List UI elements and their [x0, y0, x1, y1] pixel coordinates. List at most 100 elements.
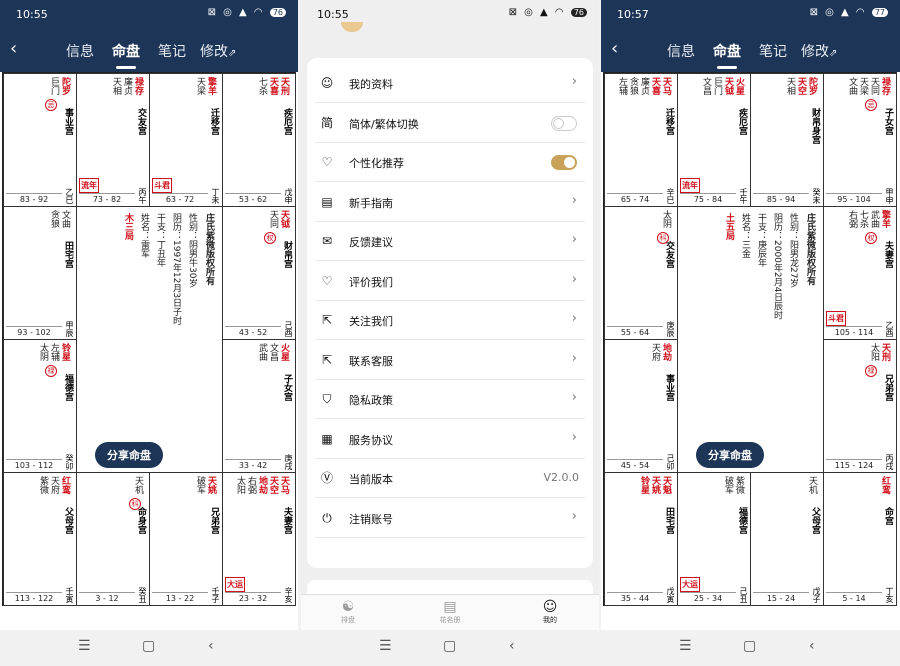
home-icon[interactable]: ▢: [443, 638, 456, 654]
palace-cell[interactable]: 陀罗 天空 天相 财帛身宫 癸未 85 - 94: [750, 73, 824, 207]
palace-cell[interactable]: 天马 天喜 廉贞 贪狼 左辅 迁移宫 辛巳 65 - 74: [604, 73, 678, 207]
star-label: 火星: [734, 77, 744, 95]
menu-icon[interactable]: ☰: [78, 638, 91, 654]
stem-branch: 辛巳: [666, 188, 675, 204]
home-icon[interactable]: ▢: [142, 638, 155, 654]
stem-branch: 壬子: [211, 587, 220, 603]
toggle-switch[interactable]: [551, 155, 577, 170]
palace-cell[interactable]: 天机科命身宫 癸丑 3 - 12: [76, 472, 150, 606]
palace-cell[interactable]: 紫微 破军 福德宫 己丑 25 - 34 大运: [677, 472, 751, 606]
back-icon[interactable]: ‹: [611, 38, 618, 59]
tab-info[interactable]: 信息: [66, 41, 94, 61]
menu-item-10[interactable]: ▦ 服务协议 ›: [315, 420, 585, 459]
palace-name: 夫妻宫: [282, 507, 292, 534]
palace-cell[interactable]: 天钺 天同权财帛宫 己酉 43 - 52: [222, 206, 296, 340]
cycle-tag[interactable]: 斗君: [152, 178, 172, 193]
tab-info[interactable]: 信息: [667, 41, 695, 61]
menu-item-11[interactable]: Ⓥ 当前版本 V2.0.0: [315, 459, 585, 498]
tab-chart-layout[interactable]: ☯ 排盘: [323, 599, 373, 625]
menu-item-9[interactable]: ⛉ 隐私政策 ›: [315, 380, 585, 419]
palace-cell[interactable]: 火星 天钺 巨门 文昌 疾厄宫 壬午 75 - 84 流年: [677, 73, 751, 207]
cycle-tag[interactable]: 大运: [225, 577, 245, 592]
system-back-icon[interactable]: ‹: [809, 638, 815, 654]
palace-cell[interactable]: 天刑 天喜 七杀 疾厄宫 戊申 53 - 62: [222, 73, 296, 207]
palace-cell[interactable]: 擎羊 天梁 迁移宫 丁未 63 - 72 斗君: [149, 73, 223, 207]
menu-icon[interactable]: ☰: [379, 638, 392, 654]
palace-cell[interactable]: 天马 天空 地劫 右弼 太阳 夫妻宫 辛亥 23 - 32 大运: [222, 472, 296, 606]
home-icon[interactable]: ▢: [743, 638, 756, 654]
tab-edit[interactable]: 修改⇗: [801, 41, 837, 61]
system-back-icon[interactable]: ‹: [208, 638, 214, 654]
battery-icon: 76: [269, 8, 286, 17]
stem-branch: 壬午: [739, 188, 748, 204]
star-label: 天钺: [279, 210, 289, 228]
tab-roster[interactable]: ▤ 花名册: [425, 599, 475, 625]
star-label: 武曲: [257, 343, 267, 361]
cycle-tag[interactable]: 斗君: [826, 311, 846, 326]
transform-badge: 忌: [865, 99, 877, 111]
menu-item-label: 关注我们: [349, 315, 393, 328]
book-icon: ▤: [321, 194, 333, 209]
tab-mine[interactable]: ☺ 我的: [525, 599, 575, 625]
palace-cell[interactable]: 天机 父母宫 戊子 15 - 24: [750, 472, 824, 606]
share-chart-button[interactable]: 分享命盘: [696, 442, 764, 468]
tab-edit[interactable]: 修改⇗: [200, 41, 236, 61]
age-range: 63 - 72: [152, 193, 208, 204]
palace-cell[interactable]: 文曲 贪狼 田宅宫 甲辰 93 - 102: [3, 206, 77, 340]
menu-item-5[interactable]: ✉ 反馈建议 ›: [315, 222, 585, 261]
menu-icon[interactable]: ☰: [679, 638, 692, 654]
menu-item-3[interactable]: ♡ 个性化推荐: [315, 143, 585, 182]
palace-cell[interactable]: 红鸾 天府 紫微 父母宫 壬寅 113 - 122: [3, 472, 77, 606]
palace-cell[interactable]: 天魁 天姚 铃星 田宅宫 戊寅 35 - 44: [604, 472, 678, 606]
toggle-switch[interactable]: [551, 115, 577, 131]
tab-notes[interactable]: 笔记: [158, 41, 186, 61]
center-field: 阴历：2000年2月4日辰时: [772, 213, 782, 320]
tab-underline: [116, 66, 136, 69]
chart-screen-2: 10:57 ⊠ ◎ ▲ ◠ 77 ‹ 信息 命盘 笔记 修改⇗ 天马 天喜 廉贞 贪狼…: [601, 0, 900, 666]
chart-grid: 天马 天喜 廉贞 贪狼 左辅 迁移宫 辛巳 65 - 74 火星 天钺 巨门 文昌 疾厄宫 壬午 75 - …: [603, 72, 897, 606]
star-label: 铃星: [60, 343, 70, 361]
cycle-tag[interactable]: 大运: [680, 577, 700, 592]
star-label: 太阴: [661, 210, 671, 228]
stem-branch: 戊寅: [666, 587, 675, 603]
palace-name: 命宫: [883, 507, 893, 525]
palace-cell[interactable]: 红鸾 命宫 丁亥 5 - 14: [823, 472, 897, 606]
star-label: 天同: [869, 77, 879, 95]
palace-cell[interactable]: 天姚 破军 兄弟宫 壬子 13 - 22: [149, 472, 223, 606]
yinyang-icon: ☯: [341, 599, 355, 615]
palace-cell[interactable]: 擎羊 武曲 七杀 右弼权夫妻宫 乙酉 105 - 114 斗君: [823, 206, 897, 340]
back-icon[interactable]: ‹: [10, 38, 17, 59]
status-icons: ⊠ ◎ ▲ ◠: [207, 7, 265, 18]
chevron-right-icon: ›: [571, 508, 577, 524]
cycle-tag[interactable]: 流年: [680, 178, 700, 193]
palace-cell[interactable]: 陀罗 巨门忌事业宫 乙巳 83 - 92: [3, 73, 77, 207]
palace-name: 疾厄宫: [737, 108, 747, 135]
simplified-icon: 简: [320, 115, 333, 130]
tab-notes[interactable]: 笔记: [759, 41, 787, 61]
cycle-tag[interactable]: 流年: [79, 178, 99, 193]
palace-cell[interactable]: 火星 文昌 武曲 子女宫 庚戌 33 - 42: [222, 339, 296, 473]
menu-item-8[interactable]: ⇱ 联系客服 ›: [315, 341, 585, 380]
age-range: 95 - 104: [826, 193, 882, 204]
palace-cell[interactable]: 太阴科交友宫 庚辰 55 - 64: [604, 206, 678, 340]
age-range: 5 - 14: [826, 592, 882, 603]
menu-item-6[interactable]: ♡ 评价我们 ›: [315, 262, 585, 301]
palace-cell[interactable]: 地劫 天府 事业宫 己卯 45 - 54: [604, 339, 678, 473]
stem-branch: 己卯: [666, 454, 675, 470]
menu-item-12[interactable]: ⏻ 注销账号 ›: [315, 499, 585, 538]
star-label: 天姚: [206, 476, 216, 494]
menu-item-2[interactable]: 简 简体/繁体切换: [315, 104, 585, 143]
menu-item-4[interactable]: ▤ 新手指南 ›: [315, 183, 585, 222]
tab-chart[interactable]: 命盘: [112, 41, 140, 61]
menu-item-1[interactable]: ☺ 我的资料 ›: [315, 64, 585, 103]
version-value: V2.0.0: [543, 471, 579, 484]
tab-chart[interactable]: 命盘: [713, 41, 741, 61]
toggle-knob: [553, 117, 564, 129]
system-back-icon[interactable]: ‹: [509, 638, 515, 654]
menu-item-7[interactable]: ⇱ 关注我们 ›: [315, 301, 585, 340]
palace-cell[interactable]: 天刑 太阳禄兄弟宫 丙戌 115 - 124: [823, 339, 897, 473]
palace-cell[interactable]: 铃星 左辅 太阴禄福德宫 癸卯 103 - 112: [3, 339, 77, 473]
palace-cell[interactable]: 禄存 天同 天梁 文曲忌子女宫 甲申 95 - 104: [823, 73, 897, 207]
palace-cell[interactable]: 禄存 廉贞 天相 交友宫 丙午 73 - 82 流年: [76, 73, 150, 207]
share-chart-button[interactable]: 分享命盘: [95, 442, 163, 468]
